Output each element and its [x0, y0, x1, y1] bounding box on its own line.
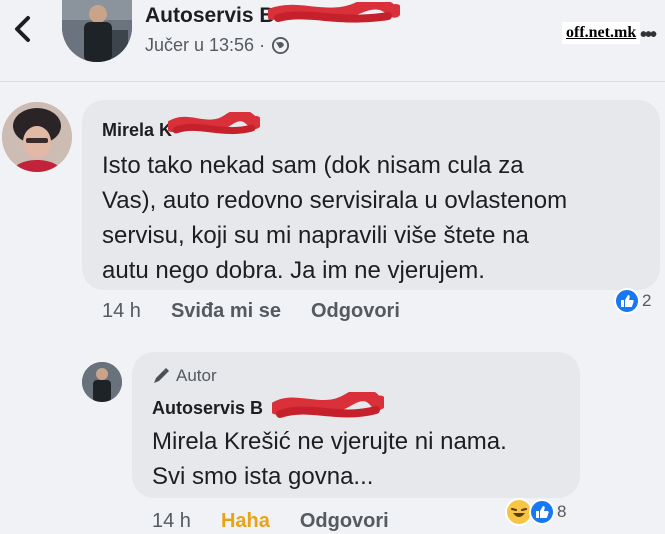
post-timestamp[interactable]: Jučer u 13:56 · — [145, 35, 265, 56]
comment-author-name[interactable]: Mirela K — [102, 120, 172, 141]
reply-text: Mirela Krešić ne vjerujte ni nama. Svi s… — [152, 424, 572, 494]
reaction-count: 2 — [642, 291, 652, 310]
haha-button[interactable]: Haha — [221, 510, 270, 533]
post-header: Autoservis B Jučer u 13:56 · off.net.mk … — [0, 0, 665, 82]
reply-author-name[interactable]: Autoservis B — [152, 398, 263, 419]
back-arrow-icon[interactable] — [10, 14, 36, 44]
reply-time[interactable]: 14 h — [152, 510, 191, 533]
reply-button[interactable]: Odgovori — [300, 510, 389, 533]
comment-actions: 14 h Sviđa mi se Odgovori — [102, 300, 400, 323]
comment-line: servisu, koji su mi napravili više štete… — [102, 222, 529, 249]
reply-line: Svi smo ista govna... — [152, 463, 374, 490]
like-reaction-icon — [614, 288, 640, 314]
post-author-name[interactable]: Autoservis B — [145, 4, 275, 28]
redaction-mark — [268, 2, 400, 23]
reaction-count: 8 — [557, 502, 567, 521]
reaction-count-badge[interactable]: 2 — [614, 288, 651, 314]
author-badge: Autor — [152, 366, 217, 386]
commenter-avatar[interactable] — [2, 102, 72, 172]
pen-icon — [154, 368, 169, 383]
reply-author-avatar[interactable] — [82, 362, 122, 402]
comment-line: Isto tako nekad sam (dok nisam cula za — [102, 152, 524, 179]
like-reaction-icon — [529, 499, 555, 525]
post-author-avatar[interactable] — [62, 0, 132, 62]
reply-line: Mirela Krešić ne vjerujte ni nama. — [152, 428, 507, 455]
comment-text: Isto tako nekad sam (dok nisam cula za V… — [102, 148, 652, 288]
author-badge-label: Autor — [176, 366, 217, 385]
globe-icon — [272, 36, 290, 55]
watermark-logo: off.net.mk — [562, 22, 641, 44]
more-options-icon[interactable]: ••• — [640, 24, 657, 47]
comment-line: Vas), auto redovno servisirala u ovlaste… — [102, 187, 568, 214]
reply-actions: 14 h Haha Odgovori — [152, 510, 389, 533]
post-meta: Jučer u 13:56 · — [145, 35, 290, 56]
comment-line: autu nego dobra. Ja im ne vjerujem. — [102, 257, 485, 284]
reply-reaction-count-badge[interactable]: 8 — [505, 498, 566, 526]
redaction-mark — [272, 392, 384, 418]
like-button[interactable]: Sviđa mi se — [171, 300, 281, 323]
reply-button[interactable]: Odgovori — [311, 300, 400, 323]
comment-time[interactable]: 14 h — [102, 300, 141, 323]
redaction-mark — [168, 112, 260, 135]
